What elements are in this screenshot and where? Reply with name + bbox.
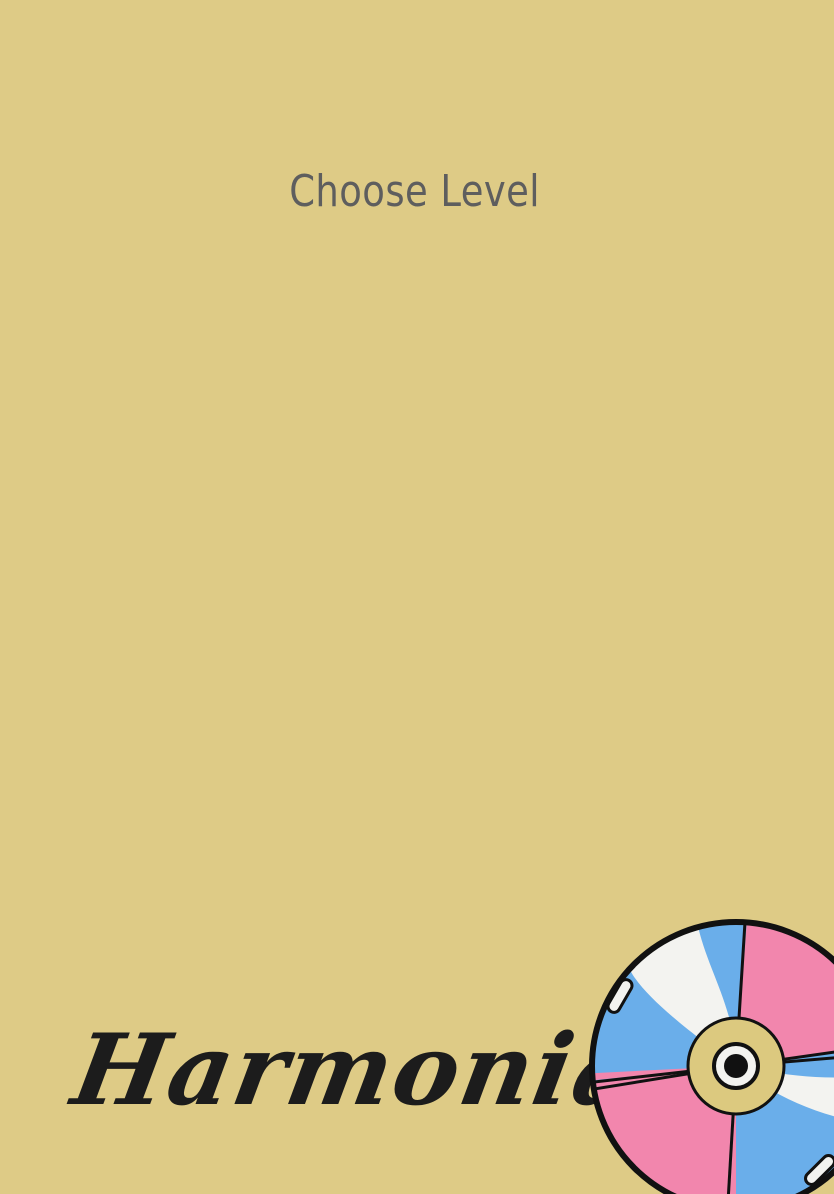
level-select-screen: Choose Level Harmonia — [0, 0, 834, 1194]
page-title: Choose Level — [289, 166, 540, 217]
vinyl-disc-icon — [586, 916, 834, 1194]
app-wordmark: Harmonia — [64, 1013, 650, 1128]
